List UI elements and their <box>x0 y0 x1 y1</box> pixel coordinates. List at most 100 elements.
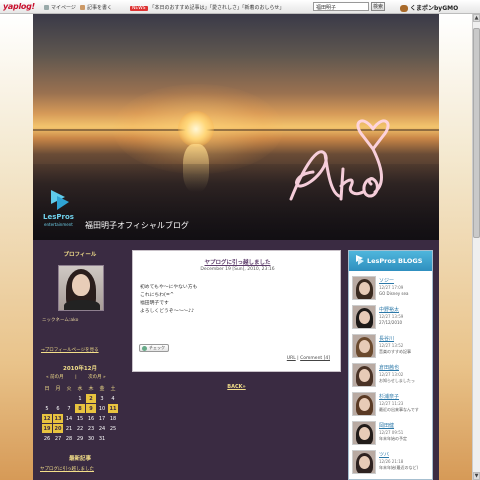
blogger-name[interactable]: ツバ <box>379 451 389 458</box>
mypage-label: マイページ <box>51 5 76 11</box>
blogger-time: 12/27 13:02 <box>379 372 404 377</box>
scrollbar[interactable]: ▲ ▼ <box>472 14 480 480</box>
lespros-mark-icon <box>51 190 69 210</box>
url-link[interactable]: URL <box>287 356 296 361</box>
blogger-post[interactable]: 最近の出来事なんです <box>379 407 419 413</box>
avatar-face <box>359 427 370 440</box>
blogger-name[interactable]: 杉浦奈子 <box>379 393 399 400</box>
search-button[interactable]: 検索 <box>371 2 385 11</box>
calendar-day: 4 <box>111 395 115 402</box>
calendar-empty <box>64 394 74 403</box>
search-input[interactable]: 福田明子 <box>313 2 369 11</box>
avatar-face <box>359 369 370 382</box>
calendar-day: 23 <box>87 425 95 432</box>
write-link[interactable]: 記事を書く <box>80 4 112 11</box>
entry-date: December 19 [Sun], 2010, 23:16 <box>200 267 275 272</box>
blogger-avatar[interactable] <box>352 421 376 445</box>
calendar-weekday-row: 日月火水木金土 <box>42 384 118 393</box>
blogger-post[interactable]: お知らせしましたっ <box>379 378 415 384</box>
calendar-day: 16 <box>87 415 95 422</box>
calendar-day: 5 <box>45 405 49 412</box>
calendar-day[interactable]: 11 <box>108 404 118 413</box>
check-button[interactable]: チェック <box>139 344 169 352</box>
calendar-day: 1 <box>78 395 82 402</box>
toolbar: yaplog! マイページ 記事を書く NEWS 「本日のおすすめ記事は」「愛され… <box>0 0 480 14</box>
calendar-day: 29 <box>76 435 84 442</box>
back-link[interactable]: BACK» <box>132 384 341 390</box>
blogger-item[interactable]: 長谷川 12/27 13:52 音楽のすすめ記事 <box>352 333 432 361</box>
yaplog-logo[interactable]: yaplog! <box>3 2 35 11</box>
blogger-time: 12/27 11:23 <box>379 401 404 406</box>
blogger-item[interactable]: 中野裕太 12/27 13:59 27/12/2010 <box>352 304 432 332</box>
blogger-name[interactable]: 中野裕太 <box>379 306 399 313</box>
mypage-link[interactable]: マイページ <box>44 4 76 11</box>
news-ticker[interactable]: NEWS 「本日のおすすめ記事は」「愛されしさ」「新着のおしらせ」 <box>130 4 284 11</box>
blogger-name[interactable]: 岡田健 <box>379 422 394 429</box>
blogger-avatar[interactable] <box>352 450 376 474</box>
lespros-text: LesPros <box>43 213 74 221</box>
right-background <box>439 14 472 480</box>
calendar-day: 14 <box>65 415 73 422</box>
scroll-down-arrow-icon[interactable]: ▼ <box>473 472 480 480</box>
news-badge: NEWS <box>130 6 148 11</box>
entry-title[interactable]: ヤプログに引っ越しました <box>133 258 342 266</box>
avatar-face <box>359 398 370 411</box>
calendar-day[interactable]: 13 <box>53 414 63 423</box>
calendar-day[interactable]: 2 <box>86 394 96 403</box>
entry-line: 福田明子です <box>140 301 169 306</box>
calendar-day: 22 <box>76 425 84 432</box>
calendar-day[interactable]: 12 <box>42 414 52 423</box>
profile-page-link[interactable]: →プロフィールページを見る <box>41 347 99 353</box>
prev-month-link[interactable]: « 前の月 <box>46 374 64 380</box>
calendar-week: 1234 <box>42 394 118 403</box>
blogger-avatar[interactable] <box>352 305 376 329</box>
recent-post-link[interactable]: ヤプログに引っ越しました <box>40 466 94 472</box>
calendar-day: 18 <box>109 415 117 422</box>
calendar-day: 27 <box>54 435 62 442</box>
entry-links: URL | Comment [4] <box>287 356 330 361</box>
scroll-up-arrow-icon[interactable]: ▲ <box>473 14 480 22</box>
blogger-post[interactable]: GO Disney sea <box>379 291 408 296</box>
blogger-post[interactable]: 年末年始(最近のなど) <box>379 465 418 471</box>
scroll-thumb[interactable] <box>473 28 480 238</box>
calendar-empty <box>108 434 118 443</box>
weekday-label: 月 <box>55 386 61 392</box>
calendar-day[interactable]: 9 <box>86 404 96 413</box>
blogger-name[interactable]: ソジー <box>379 277 394 284</box>
next-month-link[interactable]: 次の月 » <box>88 374 106 380</box>
calendar-day: 10 <box>98 405 106 412</box>
blogger-post[interactable]: 年末年始の予定 <box>379 436 407 442</box>
calendar-day: 15 <box>76 415 84 422</box>
kuma-link[interactable]: くまポンbyGMO <box>400 3 458 12</box>
blogger-post[interactable]: 音楽のすすめ記事 <box>379 349 411 355</box>
calendar-week: 26 27 28 29 30 31 <box>42 434 118 443</box>
blogger-avatar[interactable] <box>352 363 376 387</box>
blogger-avatar[interactable] <box>352 334 376 358</box>
blogger-item[interactable]: 倉田茜也 12/27 13:02 お知らせしましたっ <box>352 362 432 390</box>
blogger-name[interactable]: 倉田茜也 <box>379 364 399 371</box>
blogger-avatar[interactable] <box>352 276 376 300</box>
calendar-day[interactable]: 19 <box>42 424 52 433</box>
blogger-name[interactable]: 長谷川 <box>379 335 394 342</box>
blog-title[interactable]: 福田明子オフィシャルブログ <box>85 220 189 231</box>
calendar-day: 3 <box>100 395 104 402</box>
blogger-item[interactable]: ツバ 12/26 21:18 年末年始(最近のなど) <box>352 449 432 477</box>
calendar-day: 31 <box>98 435 106 442</box>
comment-link[interactable]: Comment [4] <box>300 356 330 361</box>
signature-ako <box>289 119 390 201</box>
entry-links-separator: | <box>297 356 299 361</box>
entry-line: よろしくどうぞ〜〜〜♪♪ <box>140 309 195 314</box>
calendar-day[interactable]: 8 <box>75 404 85 413</box>
profile-heading: プロフィール <box>63 252 97 258</box>
write-label: 記事を書く <box>87 5 113 11</box>
calendar-nav-separator: | <box>75 375 77 380</box>
lespros-mark-icon <box>356 255 364 265</box>
blogger-item[interactable]: 岡田健 12/27 09:51 年末年始の予定 <box>352 420 432 448</box>
calendar-day: 21 <box>65 425 73 432</box>
calendar-day[interactable]: 20 <box>53 424 63 433</box>
blogger-avatar[interactable] <box>352 392 376 416</box>
blogger-item[interactable]: ソジー 12/27 17:09 GO Disney sea <box>352 275 432 303</box>
blogger-item[interactable]: 杉浦奈子 12/27 11:23 最近の出来事なんです <box>352 391 432 419</box>
profile-photo[interactable] <box>58 265 104 311</box>
blogger-post[interactable]: 27/12/2010 <box>379 320 402 325</box>
